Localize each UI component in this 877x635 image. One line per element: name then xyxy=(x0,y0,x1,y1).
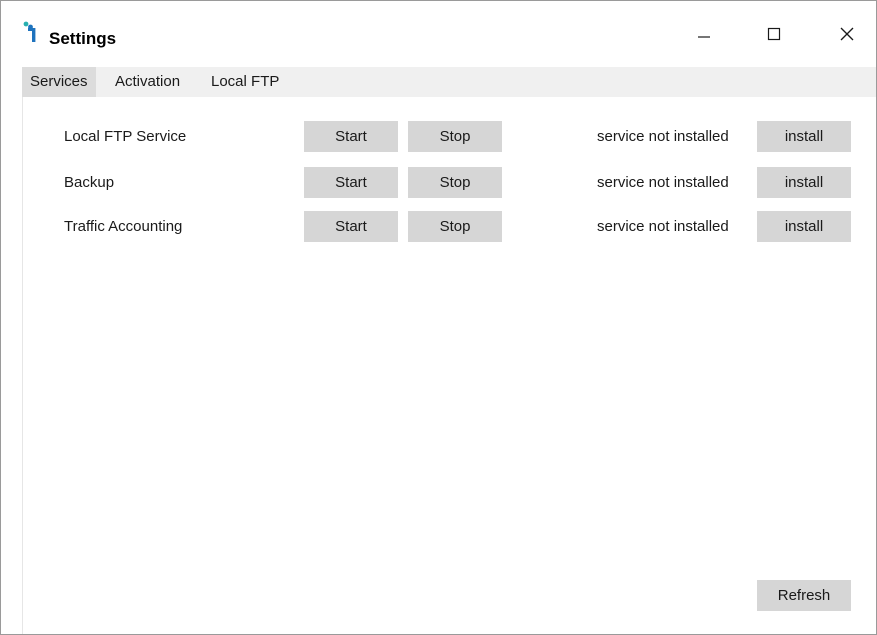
stop-button[interactable]: Stop xyxy=(408,121,502,152)
services-panel: Local FTP Service Start Stop service not… xyxy=(22,97,876,634)
refresh-button[interactable]: Refresh xyxy=(757,580,851,611)
service-row-backup: Backup Start Stop service not installed … xyxy=(23,167,876,199)
service-row-local-ftp: Local FTP Service Start Stop service not… xyxy=(23,121,876,153)
minimize-icon xyxy=(698,36,710,38)
app-icon xyxy=(23,21,39,43)
minimize-button[interactable] xyxy=(681,16,727,52)
tab-activation[interactable]: Activation xyxy=(115,67,180,97)
tab-strip: Services Activation Local FTP xyxy=(22,67,876,97)
maximize-button[interactable] xyxy=(751,16,797,52)
service-status: service not installed xyxy=(597,128,729,145)
stop-button[interactable]: Stop xyxy=(408,211,502,242)
window-title: Settings xyxy=(49,29,117,48)
service-status: service not installed xyxy=(597,218,729,235)
install-button[interactable]: install xyxy=(757,211,851,242)
tab-local-ftp[interactable]: Local FTP xyxy=(211,67,279,97)
service-status: service not installed xyxy=(597,174,729,191)
service-row-traffic-accounting: Traffic Accounting Start Stop service no… xyxy=(23,211,876,243)
start-button[interactable]: Start xyxy=(304,167,398,198)
close-icon xyxy=(840,27,854,41)
settings-window: Settings Services Activation Local FTP L… xyxy=(0,0,877,635)
service-name: Backup xyxy=(64,174,115,191)
tab-services[interactable]: Services xyxy=(22,67,96,97)
maximize-icon xyxy=(767,27,781,41)
install-button[interactable]: install xyxy=(757,167,851,198)
start-button[interactable]: Start xyxy=(304,211,398,242)
close-button[interactable] xyxy=(824,16,870,52)
service-name: Traffic Accounting xyxy=(64,218,183,235)
service-name: Local FTP Service xyxy=(64,128,187,145)
title-bar[interactable]: Settings xyxy=(1,1,876,55)
install-button[interactable]: install xyxy=(757,121,851,152)
start-button[interactable]: Start xyxy=(304,121,398,152)
stop-button[interactable]: Stop xyxy=(408,167,502,198)
